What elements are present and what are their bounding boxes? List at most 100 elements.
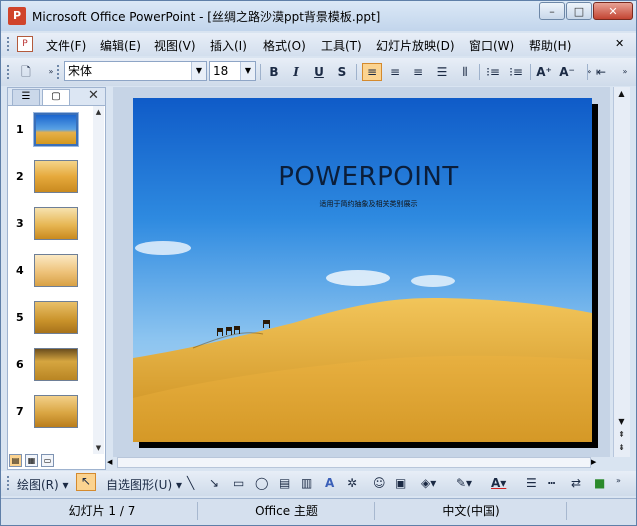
- increase-font-button[interactable]: A⁺: [534, 63, 554, 81]
- wordart-icon[interactable]: A: [325, 476, 334, 490]
- vertical-scrollbar[interactable]: ▲ ▼ ⇞ ⇟: [613, 87, 630, 457]
- previous-slide-button[interactable]: ⇞: [614, 430, 629, 439]
- toolbar-options-icon[interactable]: »: [616, 476, 621, 485]
- toolbar-grip[interactable]: [7, 476, 12, 490]
- toolbar-grip-2[interactable]: [57, 65, 62, 79]
- menu-tools[interactable]: 工具(T): [321, 37, 362, 54]
- fill-color-icon[interactable]: ◈▾: [421, 476, 436, 490]
- slide-thumbnail-row[interactable]: 4: [8, 254, 93, 294]
- italic-button[interactable]: I: [286, 63, 306, 81]
- next-slide-button[interactable]: ⇟: [614, 443, 629, 452]
- toolbar-options-icon[interactable]: »: [615, 63, 635, 81]
- toolbar-grip[interactable]: [7, 65, 12, 79]
- align-center-button[interactable]: ≡: [385, 63, 405, 81]
- tab-outline[interactable]: ☰: [12, 89, 40, 105]
- scroll-up-icon[interactable]: ▲: [614, 89, 629, 98]
- scroll-down-icon[interactable]: ▼: [614, 417, 629, 426]
- arrow-style-icon[interactable]: ⇄: [571, 476, 581, 490]
- minimize-button[interactable]: –: [539, 2, 565, 20]
- scroll-up-icon[interactable]: ▲: [93, 106, 104, 118]
- vertical-textbox-icon[interactable]: ▥: [301, 476, 312, 490]
- draw-menu-button[interactable]: 绘图(R) ▾: [17, 476, 69, 493]
- menu-bar: P 文件(F) 编辑(E) 视图(V) 插入(I) 格式(O) 工具(T) 幻灯…: [1, 33, 636, 56]
- pane-close-icon[interactable]: ✕: [88, 88, 99, 103]
- bullets-button[interactable]: ⁝≡: [506, 63, 526, 81]
- dash-style-icon[interactable]: ┅: [548, 476, 555, 490]
- draw-menu-label: 绘图(R): [17, 478, 59, 492]
- hscroll-track[interactable]: [117, 457, 591, 468]
- align-right-button[interactable]: ≡: [408, 63, 428, 81]
- menu-format[interactable]: 格式(O): [263, 37, 306, 54]
- menu-help[interactable]: 帮助(H): [529, 37, 571, 54]
- normal-view-button[interactable]: ▤: [9, 454, 22, 467]
- chevron-down-icon[interactable]: ▼: [191, 62, 206, 80]
- clipart-icon[interactable]: ☺: [373, 476, 386, 490]
- slide-thumbnail[interactable]: [34, 301, 78, 334]
- desert-background: [133, 241, 592, 442]
- line-style-icon[interactable]: ☰: [526, 476, 537, 490]
- slide-title[interactable]: POWERPOINT: [133, 162, 592, 192]
- arrow-icon[interactable]: ↘: [209, 476, 219, 490]
- slide-subtitle[interactable]: 适用于简约抽象及相关类别展示: [133, 199, 592, 209]
- tab-slides[interactable]: ▢: [42, 89, 70, 105]
- underline-button[interactable]: U: [309, 63, 329, 81]
- maximize-button[interactable]: □: [566, 2, 592, 20]
- slide-thumbnail[interactable]: [34, 348, 78, 381]
- bold-button[interactable]: B: [264, 63, 284, 81]
- divider: [356, 64, 357, 80]
- menubar-grip[interactable]: [7, 37, 12, 51]
- slide-thumbnail[interactable]: [34, 395, 78, 428]
- slideshow-view-button[interactable]: ▭: [41, 454, 54, 467]
- line-color-icon[interactable]: ✎▾: [456, 476, 472, 490]
- picture-icon[interactable]: ▣: [395, 476, 406, 490]
- oval-icon[interactable]: ◯: [255, 476, 268, 490]
- justify-button[interactable]: ☰: [432, 63, 452, 81]
- slide-thumbnail[interactable]: [33, 112, 79, 147]
- menu-slideshow[interactable]: 幻灯片放映(D): [376, 37, 455, 54]
- slide-thumbnail[interactable]: [34, 160, 78, 193]
- document-close-icon[interactable]: ✕: [615, 37, 624, 50]
- chevron-down-icon[interactable]: ▼: [240, 62, 255, 80]
- slide-thumbnail[interactable]: [34, 254, 78, 287]
- line-icon[interactable]: ╲: [187, 476, 194, 490]
- slide-sorter-view-button[interactable]: ▦: [25, 454, 38, 467]
- menu-window[interactable]: 窗口(W): [469, 37, 514, 54]
- decrease-indent-button[interactable]: ⇤: [591, 63, 611, 81]
- scroll-left-icon[interactable]: ◀: [107, 456, 117, 468]
- font-color-icon[interactable]: A▾: [491, 476, 506, 490]
- current-slide[interactable]: POWERPOINT 适用于简约抽象及相关类别展示: [133, 98, 592, 442]
- document-icon[interactable]: P: [17, 36, 33, 52]
- select-objects-button[interactable]: ↖: [76, 473, 96, 491]
- distribute-button[interactable]: ⦀: [455, 63, 475, 81]
- horizontal-scrollbar[interactable]: ◀ ▶: [107, 456, 601, 468]
- new-document-icon[interactable]: 🗋: [16, 63, 36, 81]
- font-name-select[interactable]: 宋体 ▼: [64, 61, 207, 81]
- slide-thumbnail-row[interactable]: 1: [8, 112, 93, 153]
- menu-file[interactable]: 文件(F): [46, 37, 86, 54]
- rectangle-icon[interactable]: ▭: [233, 476, 244, 490]
- slide-thumbnail-row[interactable]: 3: [8, 207, 93, 247]
- autoshapes-button[interactable]: 自选图形(U) ▾: [106, 476, 182, 493]
- menu-insert[interactable]: 插入(I): [210, 37, 247, 54]
- menu-edit[interactable]: 编辑(E): [100, 37, 141, 54]
- decrease-font-button[interactable]: A⁻: [557, 63, 577, 81]
- diagram-icon[interactable]: ✲: [347, 476, 357, 490]
- scroll-right-icon[interactable]: ▶: [591, 456, 601, 468]
- slide-thumbnail[interactable]: [34, 207, 78, 240]
- shadow-style-icon[interactable]: ■: [594, 476, 605, 490]
- menu-view[interactable]: 视图(V): [154, 37, 196, 54]
- font-size-select[interactable]: 18 ▼: [209, 61, 256, 81]
- status-theme[interactable]: Office 主题: [199, 502, 375, 520]
- scroll-down-icon[interactable]: ▼: [93, 442, 104, 454]
- slide-thumbnail-row[interactable]: 2: [8, 160, 93, 200]
- slide-thumbnail-row[interactable]: 7: [8, 395, 93, 435]
- textbox-icon[interactable]: ▤: [279, 476, 290, 490]
- pane-scrollbar[interactable]: ▲ ▼: [93, 106, 104, 454]
- numbering-button[interactable]: ⁝≡: [483, 63, 503, 81]
- slide-thumbnail-row[interactable]: 5: [8, 301, 93, 341]
- powerpoint-icon[interactable]: P: [8, 7, 26, 25]
- close-button[interactable]: ✕: [593, 2, 633, 20]
- shadow-button[interactable]: S: [332, 63, 352, 81]
- slide-thumbnail-row[interactable]: 6: [8, 348, 93, 388]
- align-left-button[interactable]: ≡: [362, 63, 382, 81]
